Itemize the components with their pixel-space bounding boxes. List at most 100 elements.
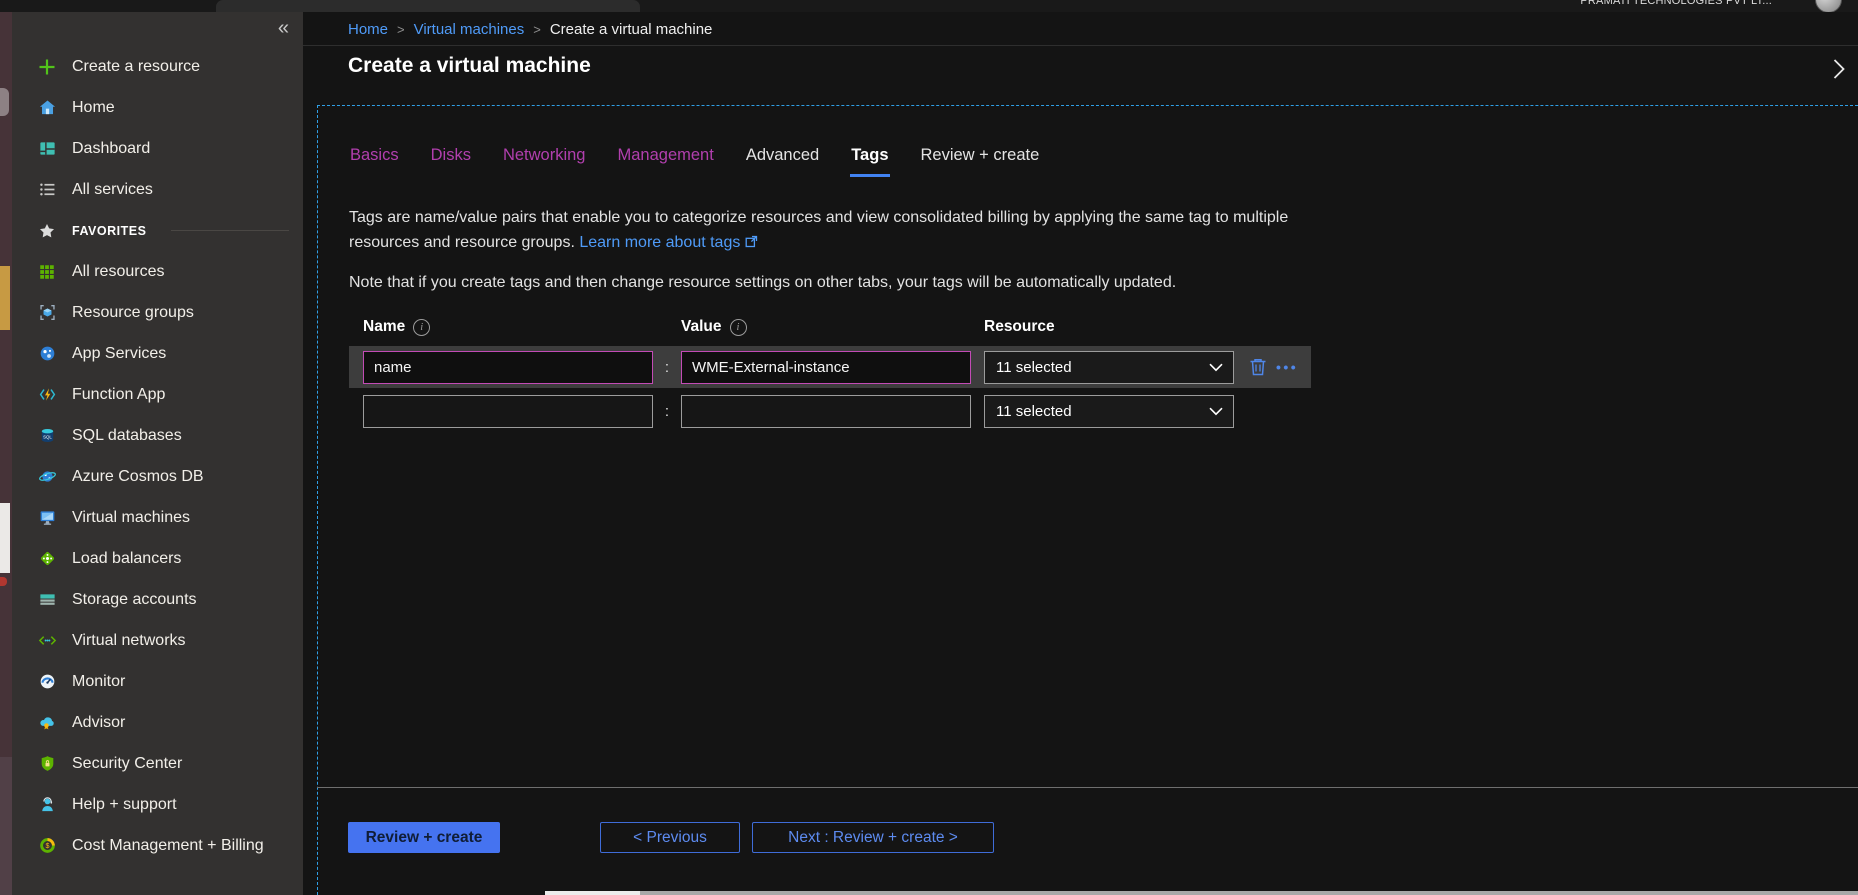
gauge-icon [37,672,57,692]
tab-review-create[interactable]: Review + create [920,146,1041,174]
column-header-value: Value i [681,318,984,336]
breadcrumb-separator: > [533,22,541,37]
divider [171,230,289,231]
breadcrumb-current: Create a virtual machine [550,21,713,38]
tag-value-input[interactable] [681,395,971,428]
tags-tab-panel: Basics Disks Networking Management Advan… [317,105,1858,895]
storage-icon [37,590,57,610]
headset-person-icon [37,795,57,815]
external-link-icon [745,235,758,252]
footer-divider [317,787,1858,788]
list-icon [37,180,57,200]
network-icon [37,631,57,651]
next-button[interactable]: Next : Review + create > [752,822,994,853]
sidebar-item-monitor[interactable]: Monitor [12,661,303,702]
info-icon[interactable]: i [730,319,747,336]
sidebar-item-all-services[interactable]: All services [12,169,303,210]
sidebar-item-storage-accounts[interactable]: Storage accounts [12,579,303,620]
sidebar-item-function-app[interactable]: Function App [12,374,303,415]
delete-row-trash-icon[interactable] [1247,356,1271,378]
wizard-tabs: Basics Disks Networking Management Advan… [349,146,1858,177]
window-fragment [0,266,10,330]
tab-disks[interactable]: Disks [430,146,472,174]
review-create-button[interactable]: Review + create [348,822,500,853]
horizontal-scrollbar-track[interactable] [545,891,640,895]
tag-name-input[interactable] [363,351,653,384]
tag-value-input[interactable] [681,351,971,384]
tab-networking[interactable]: Networking [502,146,587,174]
sidebar-item-app-services[interactable]: App Services [12,333,303,374]
home-icon [37,98,57,118]
chevron-down-icon [1209,359,1223,376]
learn-more-link[interactable]: Learn more about tags [579,234,740,251]
main-content: Home > Virtual machines > Create a virtu… [303,12,1858,895]
cube-brackets-icon [37,303,57,323]
column-header-name: Name i [363,318,681,336]
page-title: Create a virtual machine [348,54,591,78]
plus-icon [37,57,57,77]
colon-separator: : [653,403,681,420]
colon-separator: : [653,359,681,376]
load-balancer-icon [37,549,57,569]
tab-advanced[interactable]: Advanced [745,146,820,174]
sidebar-collapse-icon[interactable]: « [278,18,289,38]
star-icon [37,221,57,241]
sidebar-item-security-center[interactable]: Security Center [12,743,303,784]
sidebar-menu: Create a resource Home Dashboard All ser… [12,12,303,866]
sidebar-item-home[interactable]: Home [12,87,303,128]
breadcrumb: Home > Virtual machines > Create a virtu… [348,21,712,38]
window-fragment [0,88,9,116]
breadcrumb-virtual-machines-link[interactable]: Virtual machines [414,21,525,38]
column-header-resource: Resource [984,318,1055,336]
previous-button[interactable]: < Previous [600,822,740,853]
dashboard-icon [37,139,57,159]
cost-ring-icon: $ [37,836,57,856]
avatar[interactable] [1815,0,1842,12]
tab-basics[interactable]: Basics [349,146,400,174]
sidebar-section-favorites: FAVORITES [12,210,303,251]
sidebar-item-resource-groups[interactable]: Resource groups [12,292,303,333]
grid-icon [37,262,57,282]
sidebar-item-virtual-machines[interactable]: Virtual machines [12,497,303,538]
lightning-icon [37,385,57,405]
window-fragment [0,577,7,586]
row-more-options-ellipsis[interactable]: ••• [1276,359,1298,375]
svg-text:SQL: SQL [43,435,52,440]
sidebar-item-sql-databases[interactable]: SQL SQL databases [12,415,303,456]
resource-dropdown[interactable]: 11 selected [984,395,1234,428]
tags-table: Name i Value i Resource : 11 selected [349,318,1858,432]
resource-dropdown[interactable]: 11 selected [984,351,1234,384]
svg-text:$: $ [45,842,49,850]
breadcrumb-home-link[interactable]: Home [348,21,388,38]
window-fragment [0,757,12,895]
tag-row-empty: : 11 selected [349,390,1311,432]
browser-tab-remnant [216,0,640,12]
chevron-down-icon [1209,403,1223,420]
tags-description: Tags are name/value pairs that enable yo… [349,205,1294,256]
desktop-edge-strip [0,0,12,895]
monitor-screen-icon [37,508,57,528]
top-bar: PRAMATI TECHNOLOGIES PVT LT... [0,0,1858,12]
pane-expand-chevron-icon[interactable] [1832,58,1846,85]
sidebar-item-create-a-resource[interactable]: Create a resource [12,46,303,87]
window-fragment [0,503,10,573]
sidebar-item-dashboard[interactable]: Dashboard [12,128,303,169]
advisor-cloud-icon [37,713,57,733]
breadcrumb-separator: > [397,22,405,37]
divider [303,45,1858,46]
tab-tags[interactable]: Tags [850,146,889,177]
sidebar-item-virtual-networks[interactable]: Virtual networks [12,620,303,661]
horizontal-scrollbar[interactable] [640,891,1858,895]
info-icon[interactable]: i [413,319,430,336]
sidebar-item-all-resources[interactable]: All resources [12,251,303,292]
tag-name-input[interactable] [363,395,653,428]
sidebar-item-cost-management-billing[interactable]: $ Cost Management + Billing [12,825,303,866]
sidebar: « Create a resource Home Dashboard All s… [12,12,303,895]
tags-table-header: Name i Value i Resource [349,318,1858,336]
tab-management[interactable]: Management [617,146,715,174]
sidebar-item-azure-cosmos-db[interactable]: Azure Cosmos DB [12,456,303,497]
sidebar-item-help-support[interactable]: Help + support [12,784,303,825]
shield-icon [37,754,57,774]
sidebar-item-load-balancers[interactable]: Load balancers [12,538,303,579]
sidebar-item-advisor[interactable]: Advisor [12,702,303,743]
